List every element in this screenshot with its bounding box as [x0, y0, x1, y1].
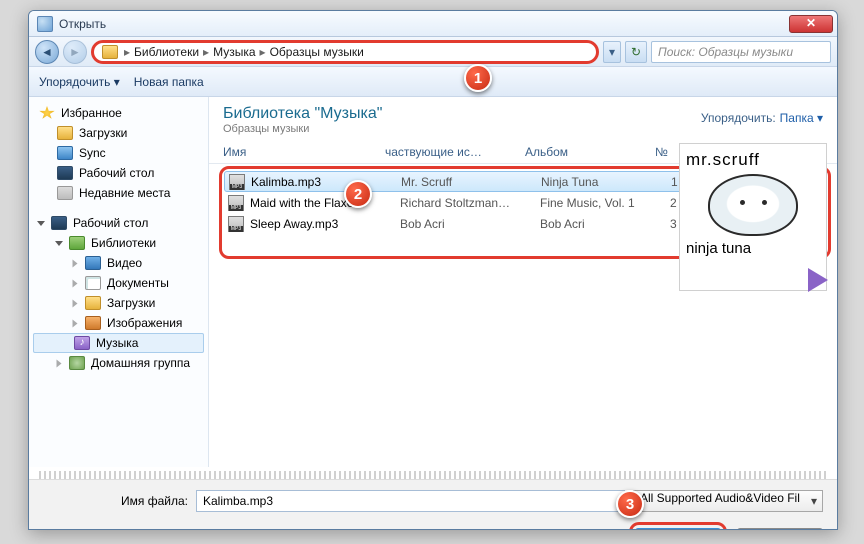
star-icon — [39, 106, 55, 120]
nav-libraries[interactable]: Библиотеки — [29, 233, 208, 253]
breadcrumb[interactable]: Музыка — [211, 43, 257, 61]
libraries-icon — [69, 236, 85, 250]
back-button[interactable]: ◄ — [35, 40, 59, 64]
video-icon — [85, 256, 101, 270]
play-icon[interactable] — [808, 268, 828, 292]
close-button[interactable]: ✕ — [789, 15, 833, 33]
nav-video[interactable]: Видео — [29, 253, 208, 273]
arrange-dropdown[interactable]: Папка ▾ — [780, 111, 823, 125]
content-pane: Библиотека "Музыка" Образцы музыки Упоря… — [209, 97, 837, 467]
open-button-highlight: Открыть ▾ — [629, 522, 727, 530]
collapse-icon — [73, 299, 78, 307]
filename-label: Имя файла: — [43, 494, 188, 508]
folder-icon — [57, 126, 73, 140]
window-title: Открыть — [59, 17, 789, 31]
libraries-icon — [102, 45, 118, 59]
preview-pane: mr.scruff ninja tuna — [679, 143, 827, 291]
nav-images[interactable]: Изображения — [29, 313, 208, 333]
desktop-icon — [51, 216, 67, 230]
desktop-icon — [57, 166, 73, 180]
nav-recent[interactable]: Недавние места — [29, 183, 208, 203]
new-folder-button[interactable]: Новая папка — [134, 75, 204, 89]
open-button[interactable]: Открыть ▾ — [635, 528, 721, 530]
collapse-icon — [73, 259, 78, 267]
address-bar[interactable]: ▸ Библиотеки ▸ Музыка ▸ Образцы музыки — [91, 40, 599, 64]
images-icon — [85, 316, 101, 330]
nav-downloads[interactable]: Загрузки — [29, 123, 208, 143]
nav-homegroup[interactable]: Домашняя группа — [29, 353, 208, 373]
address-dropdown[interactable]: ▾ — [603, 41, 621, 63]
homegroup-icon — [69, 356, 85, 370]
collapse-icon — [57, 359, 62, 367]
nav-music[interactable]: Музыка — [33, 333, 204, 353]
preview-title: mr.scruff — [686, 150, 820, 170]
favorites-group[interactable]: Избранное — [29, 103, 208, 123]
navigation-pane: Избранное Загрузки Sync Рабочий стол Нед… — [29, 97, 209, 467]
recent-icon — [57, 186, 73, 200]
filetype-filter[interactable]: All Supported Audio&Video Fil — [633, 490, 823, 512]
col-artist[interactable]: частвующие ис… — [385, 145, 525, 159]
preview-art — [708, 174, 798, 236]
app-icon — [37, 16, 53, 32]
folder-icon — [85, 296, 101, 310]
organize-menu[interactable]: Упорядочить ▾ — [39, 75, 120, 89]
preview-subtitle: ninja tuna — [686, 240, 820, 257]
annotation-marker-2: 2 — [344, 180, 372, 208]
sync-icon — [57, 146, 73, 160]
music-icon — [74, 336, 90, 350]
col-album[interactable]: Альбом — [525, 145, 655, 159]
nav-desktop[interactable]: Рабочий стол — [29, 163, 208, 183]
resize-grip[interactable] — [39, 471, 827, 479]
search-input[interactable]: Поиск: Образцы музыки — [651, 41, 831, 63]
titlebar: Открыть ✕ — [29, 11, 837, 37]
forward-button[interactable]: ► — [63, 40, 87, 64]
refresh-button[interactable]: ↻ — [625, 41, 647, 63]
collapse-icon — [73, 319, 78, 327]
nav-desktop-root[interactable]: Рабочий стол — [29, 213, 208, 233]
mp3-icon — [228, 195, 244, 211]
nav-downloads2[interactable]: Загрузки — [29, 293, 208, 313]
col-name[interactable]: Имя — [223, 145, 385, 159]
collapse-icon — [73, 279, 78, 287]
expand-icon — [37, 221, 45, 226]
nav-documents[interactable]: Документы — [29, 273, 208, 293]
open-dialog-window: Открыть ✕ ◄ ► ▸ Библиотеки ▸ Музыка ▸ Об… — [28, 10, 838, 530]
annotation-marker-3: 3 — [616, 490, 644, 518]
cancel-button[interactable]: Отмена — [737, 528, 823, 530]
dialog-footer: Имя файла: All Supported Audio&Video Fil… — [29, 479, 837, 530]
mp3-icon — [228, 216, 244, 232]
expand-icon — [55, 241, 63, 246]
annotation-marker-1: 1 — [464, 64, 492, 92]
nav-sync[interactable]: Sync — [29, 143, 208, 163]
document-icon — [85, 276, 101, 290]
filename-input[interactable] — [196, 490, 625, 512]
arrange-by: Упорядочить: Папка ▾ — [701, 111, 823, 125]
breadcrumb[interactable]: Образцы музыки — [268, 43, 366, 61]
nav-bar: ◄ ► ▸ Библиотеки ▸ Музыка ▸ Образцы музы… — [29, 37, 837, 67]
mp3-icon — [229, 174, 245, 190]
toolbar: Упорядочить ▾ Новая папка — [29, 67, 837, 97]
breadcrumb[interactable]: Библиотеки — [132, 43, 201, 61]
